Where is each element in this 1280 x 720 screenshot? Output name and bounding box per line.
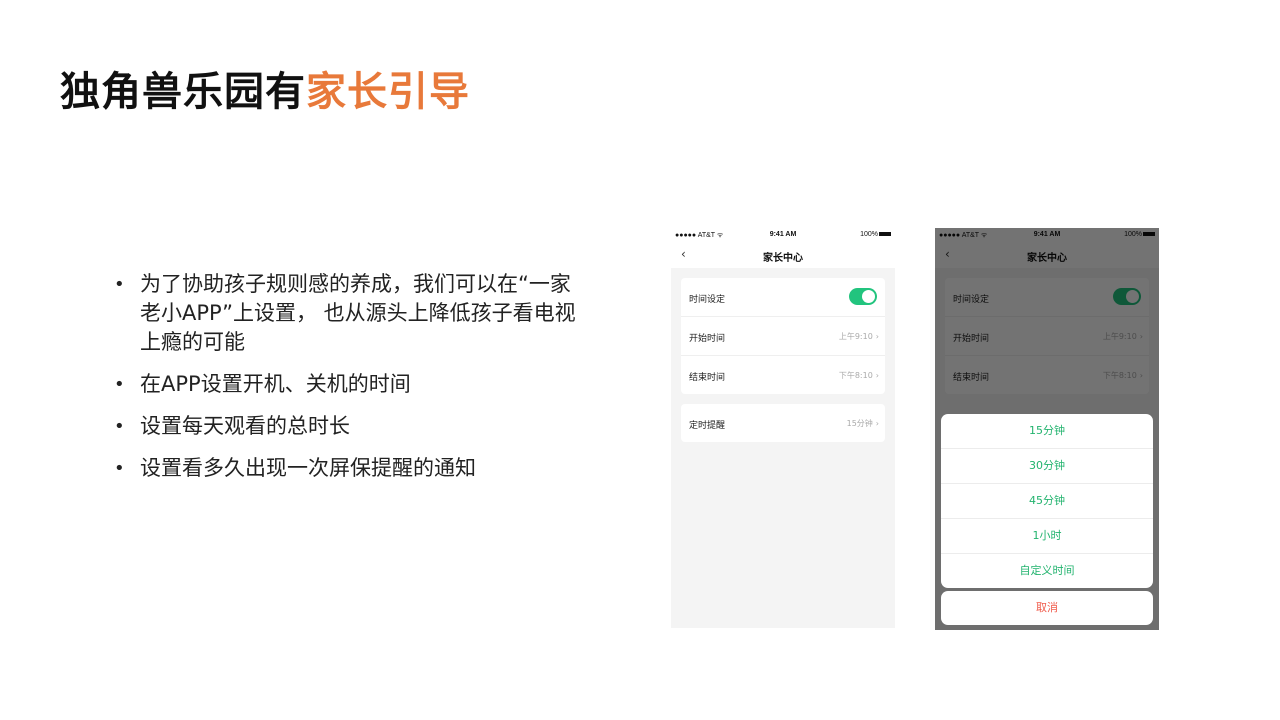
nav-bar: ‹ 家长中心 xyxy=(671,242,895,268)
reminder-picker-sheet: 15分钟 30分钟 45分钟 1小时 自定义时间 xyxy=(941,414,1153,588)
reminder-value: 15分钟 › xyxy=(846,419,879,428)
cancel-button[interactable]: 取消 xyxy=(941,591,1153,625)
bullet-item: 设置看多久出现一次屏保提醒的通知 xyxy=(114,454,584,483)
slide-title: 独角兽乐园有家长引导 xyxy=(60,66,470,118)
title-main: 独角兽乐园有 xyxy=(60,69,306,115)
phone-mockup-picker: ●●●●● AT&T ᯤ 9:41 AM 100% ‹ 家长中心 时间设定 开始… xyxy=(935,228,1159,630)
picker-option-custom[interactable]: 自定义时间 xyxy=(941,554,1153,588)
start-time-row[interactable]: 开始时间 上午9:10› xyxy=(681,317,885,356)
bullet-list: 为了协助孩子规则感的养成，我们可以在“一家老小APP”上设置， 也从源头上降低孩… xyxy=(114,270,584,496)
chevron-right-icon: › xyxy=(875,419,879,428)
chevron-right-icon: › xyxy=(875,332,879,341)
toggle-knob xyxy=(862,290,875,303)
time-setting-label: 时间设定 xyxy=(689,295,726,305)
title-accent: 家长引导 xyxy=(306,69,470,115)
start-time-value: 上午9:10› xyxy=(838,332,879,341)
reminder-row[interactable]: 定时提醒 15分钟 › xyxy=(681,404,885,442)
start-time-label: 开始时间 xyxy=(689,334,726,344)
picker-option[interactable]: 45分钟 xyxy=(941,484,1153,519)
bullet-item: 在APP设置开机、关机的时间 xyxy=(114,370,584,399)
time-settings-card: 时间设定 开始时间 上午9:10› 结束时间 下午8:10› xyxy=(681,278,885,394)
status-bar: ●●●●● AT&T ᯤ 9:41 AM 100% xyxy=(671,228,895,242)
battery-indicator: 100% xyxy=(860,231,891,238)
phone-mockup-settings: ●●●●● AT&T ᯤ 9:41 AM 100% ‹ 家长中心 时间设定 开始… xyxy=(671,228,895,628)
picker-option[interactable]: 1小时 xyxy=(941,519,1153,554)
bullet-item: 设置每天观看的总时长 xyxy=(114,412,584,441)
bullet-item: 为了协助孩子规则感的养成，我们可以在“一家老小APP”上设置， 也从源头上降低孩… xyxy=(114,270,584,357)
nav-title: 家长中心 xyxy=(763,253,803,264)
time-setting-toggle[interactable] xyxy=(849,288,877,305)
end-time-value: 下午8:10› xyxy=(838,371,879,380)
time-setting-row: 时间设定 xyxy=(681,278,885,317)
reminder-label: 定时提醒 xyxy=(689,421,726,431)
picker-option[interactable]: 15分钟 xyxy=(941,414,1153,449)
chevron-right-icon: › xyxy=(875,371,879,380)
end-time-row[interactable]: 结束时间 下午8:10› xyxy=(681,356,885,394)
battery-icon xyxy=(879,232,891,237)
end-time-label: 结束时间 xyxy=(689,373,726,383)
reminder-card: 定时提醒 15分钟 › xyxy=(681,404,885,442)
picker-option[interactable]: 30分钟 xyxy=(941,449,1153,484)
